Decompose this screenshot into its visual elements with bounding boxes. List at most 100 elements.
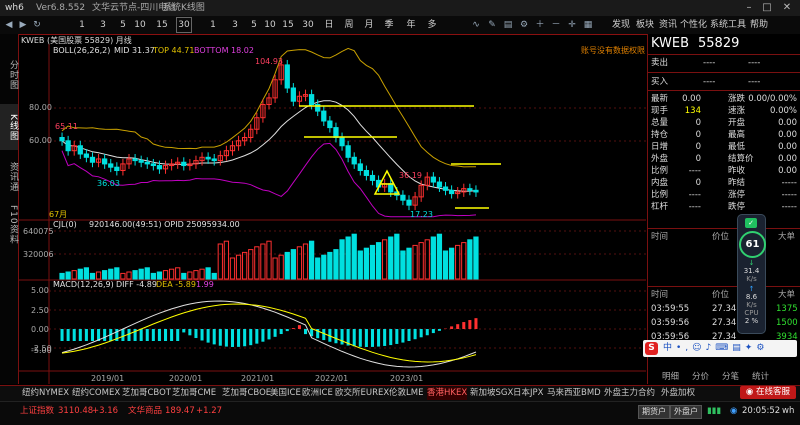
- exchange-tab-7[interactable]: 欧交所EUREX: [335, 387, 389, 400]
- period-17[interactable]: 多: [425, 18, 439, 32]
- period-16[interactable]: 年: [404, 18, 418, 32]
- candle-body: [114, 166, 120, 171]
- menu-item-4[interactable]: 系统工具: [710, 18, 746, 32]
- x-tick-2020: 2020/01: [169, 374, 203, 383]
- left-tab-2[interactable]: 资讯通: [0, 154, 18, 200]
- index1-name[interactable]: 上证指数: [20, 406, 54, 417]
- period-2[interactable]: 5: [116, 18, 130, 32]
- foreign-account-button[interactable]: 外盘户: [670, 405, 702, 419]
- grid-icon[interactable]: ▦: [582, 18, 594, 32]
- candle-body: [339, 137, 345, 147]
- volume-bar: [150, 272, 156, 280]
- tab-ticks[interactable]: 分笔: [722, 372, 739, 383]
- period-13[interactable]: 周: [342, 18, 356, 32]
- period-15[interactable]: 季: [382, 18, 396, 32]
- exchange-tab-11[interactable]: 日本JPX: [513, 387, 543, 400]
- period-4[interactable]: 15: [155, 18, 169, 32]
- period-1[interactable]: 3: [96, 18, 110, 32]
- tab-stats[interactable]: 统计: [752, 372, 769, 383]
- price-label-1723: 17.23: [410, 210, 433, 219]
- window-name: 系统K线图: [163, 3, 205, 13]
- period-9[interactable]: 10: [263, 18, 277, 32]
- volume-bar: [400, 250, 406, 280]
- x-tick-2023: 2023/01: [390, 374, 424, 383]
- exchange-tab-10[interactable]: 新加坡SGX: [470, 387, 513, 400]
- price-tick-80: 80.00: [29, 103, 52, 112]
- period-10[interactable]: 15: [281, 18, 295, 32]
- tab-price-dist[interactable]: 分价: [692, 372, 709, 383]
- exchange-tab-1[interactable]: 纽约COMEX: [72, 387, 120, 400]
- refresh-icon[interactable]: ↻: [31, 18, 43, 32]
- exchange-tab-5[interactable]: 美国ICE: [270, 387, 301, 400]
- chart-line-icon[interactable]: ∿: [470, 18, 482, 32]
- ime-tool-icons[interactable]: 中•,☺♪⌨▤✦⚙: [663, 342, 768, 355]
- boll-mid-label: MID 31.37: [114, 46, 155, 55]
- volume-bar: [448, 247, 455, 280]
- period-11[interactable]: 30: [301, 18, 315, 32]
- shield-icon: ✓: [745, 218, 757, 228]
- candle-body: [369, 174, 376, 181]
- period-5[interactable]: 30: [176, 17, 192, 33]
- menu-item-1[interactable]: 板块: [636, 18, 654, 32]
- menu-item-3[interactable]: 个性化: [680, 18, 707, 32]
- period-6[interactable]: 1: [206, 18, 220, 32]
- back-icon[interactable]: ◀: [3, 18, 15, 32]
- exchange-tab-12[interactable]: 马来西亚BMD: [547, 387, 601, 400]
- candle-body: [473, 189, 479, 193]
- index2-name[interactable]: 文华商品: [128, 406, 162, 417]
- zoom-out-icon[interactable]: －: [550, 18, 562, 32]
- exchange-tab-3[interactable]: 芝加哥CME: [172, 387, 216, 400]
- period-0[interactable]: 1: [75, 18, 89, 32]
- tick-header-2: 时间 价位 大单: [651, 290, 796, 300]
- tick-row[interactable]: 03:59:55 27.34 1375: [648, 304, 800, 315]
- network-monitor-widget[interactable]: ✓ 61 ↓ 31.4 K/s ↑ 8.6 K/s CPU 2 %: [737, 214, 766, 334]
- period-8[interactable]: 5: [247, 18, 261, 32]
- max-price-label: 104.93: [255, 57, 283, 66]
- period-12[interactable]: 日: [322, 18, 336, 32]
- futures-account-button[interactable]: 期货户: [638, 405, 670, 419]
- period-7[interactable]: 3: [228, 18, 242, 32]
- menu-item-2[interactable]: 资讯: [659, 18, 677, 32]
- chart-canvas[interactable]: [19, 34, 646, 384]
- tab-detail[interactable]: 明细: [662, 372, 679, 383]
- volume-bar: [369, 244, 376, 280]
- draw-icon[interactable]: ✎: [486, 18, 498, 32]
- volume-bar: [339, 239, 345, 280]
- exchange-tab-14[interactable]: 外盘加权: [661, 387, 695, 400]
- period-14[interactable]: 月: [362, 18, 376, 32]
- maximize-icon[interactable]: □: [760, 1, 774, 14]
- menu-item-5[interactable]: 帮助: [750, 18, 768, 32]
- exchange-tab-13[interactable]: 外盘主力合约: [604, 387, 655, 400]
- volume-bar: [175, 267, 181, 280]
- tick-row[interactable]: 03:59:56 27.34 1500: [648, 318, 800, 329]
- settings-icon[interactable]: ⚙: [518, 18, 530, 32]
- exchange-tab-0[interactable]: 纽约NYMEX: [22, 387, 69, 400]
- exchange-tab-8[interactable]: 伦敦LME: [389, 387, 423, 400]
- crosshair-icon[interactable]: ✛: [566, 18, 578, 32]
- close-icon[interactable]: ✕: [780, 1, 794, 14]
- exchange-tab-2[interactable]: 芝加哥CBOT: [122, 387, 171, 400]
- left-tab-1[interactable]: K线图: [0, 104, 18, 150]
- quote-row: 日增 0 最低 0.00: [651, 142, 797, 152]
- macd-value-label: 1.99: [196, 280, 214, 289]
- ime-toolbar[interactable]: S 中•,☺♪⌨▤✦⚙: [643, 340, 797, 357]
- toolbar: ◀ ▶ ↻ 1 3 5 10 15 30 1 3 5 10 15 30 日周月季年多 ∿ ✎ ▤ ⚙ ＋…: [0, 16, 800, 35]
- left-tab-0[interactable]: 分时图: [0, 52, 18, 98]
- menu-item-0[interactable]: 发现: [612, 18, 630, 32]
- exchange-tab-4[interactable]: 芝加哥CBOE: [222, 387, 271, 400]
- minimize-icon[interactable]: –: [742, 1, 756, 14]
- exchange-tab-6[interactable]: 欧洲ICE: [302, 387, 333, 400]
- indicator-icon[interactable]: ▤: [502, 18, 514, 32]
- zoom-in-icon[interactable]: ＋: [534, 18, 546, 32]
- exchange-tab-9[interactable]: 香港HKEX: [427, 387, 468, 400]
- volume-bar: [144, 267, 150, 280]
- period-3[interactable]: 10: [133, 18, 147, 32]
- forward-icon[interactable]: ▶: [17, 18, 29, 32]
- left-tab-3[interactable]: F10资料: [0, 202, 18, 248]
- macd-tick-4: -5.00: [31, 346, 52, 355]
- ime-logo-icon[interactable]: S: [645, 342, 658, 355]
- kline-chart[interactable]: KWEB (美国股票 55829) 月线 BOLL(26,26,2) MID 3…: [19, 34, 646, 384]
- candle-body: [442, 186, 449, 191]
- online-service-button[interactable]: ◉ 在线客服: [740, 386, 796, 399]
- volume-bar: [223, 240, 230, 280]
